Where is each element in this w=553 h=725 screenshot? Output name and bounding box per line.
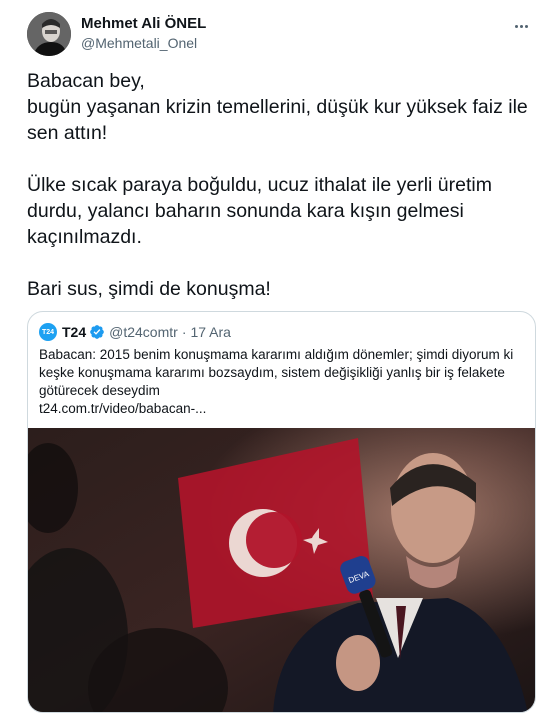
quoted-tweet-header: T24 T24 @t24comtr · 17 Ara [39, 322, 231, 342]
quoted-link[interactable]: t24.com.tr/video/babacan-... [39, 400, 527, 418]
author-handle[interactable]: @Mehmetali_Onel [81, 34, 206, 52]
quoted-text: Babacan: 2015 benim konuşmama kararımı a… [39, 347, 514, 398]
tweet-line: Bari sus, şimdi de konuşma! [27, 278, 271, 300]
more-options-icon[interactable] [509, 16, 533, 36]
author-display-name[interactable]: Mehmet Ali ÖNEL [81, 14, 206, 33]
quoted-text-block: Babacan: 2015 benim konuşmama kararımı a… [39, 346, 527, 418]
quoted-date[interactable]: 17 Ara [190, 324, 230, 340]
tweet-line: Babacan bey, [27, 70, 145, 92]
quoted-tweet[interactable]: T24 T24 @t24comtr · 17 Ara Babacan: 2015… [27, 311, 536, 713]
author-block: Mehmet Ali ÖNEL @Mehmetali_Onel [81, 14, 206, 52]
separator-dot: · [181, 324, 187, 340]
avatar[interactable] [27, 12, 71, 56]
quoted-handle: @t24comtr [109, 324, 178, 340]
tweet-line: Ülke sıcak paraya boğuldu, ucuz ithalat … [27, 174, 492, 248]
tweet-line: bugün yaşanan krizin temellerini, düşük … [27, 96, 528, 144]
tweet-card: Mehmet Ali ÖNEL @Mehmetali_Onel Babacan … [0, 0, 553, 725]
tweet-text: Babacan bey, bugün yaşanan krizin temell… [27, 68, 542, 302]
tweet-header: Mehmet Ali ÖNEL @Mehmetali_Onel [27, 12, 541, 60]
quoted-media-image[interactable]: DEVA [28, 428, 535, 712]
quoted-avatar: T24 [39, 323, 57, 341]
verified-badge-icon [89, 324, 105, 340]
quoted-display-name: T24 [62, 324, 87, 340]
